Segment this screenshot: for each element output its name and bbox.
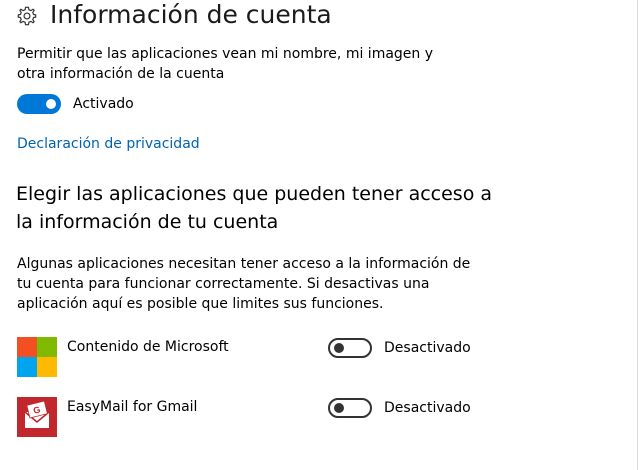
easymail-envelope-icon: G	[17, 397, 57, 437]
apps-section-description: Algunas aplicaciones necesitan tener acc…	[17, 256, 471, 312]
account-access-toggle-state: Activado	[73, 96, 134, 112]
account-access-toggle[interactable]	[17, 94, 61, 114]
app-toggle-easymail-gmail[interactable]	[328, 398, 372, 418]
window-edge	[637, 0, 638, 470]
settings-page: Información de cuenta Permitir que las a…	[0, 0, 640, 470]
microsoft-logo-icon	[17, 337, 57, 377]
app-row-microsoft-content: Contenido de Microsoft Desactivado	[17, 337, 487, 377]
app-toggle-microsoft-content[interactable]	[328, 338, 372, 358]
page-title: Información de cuenta	[50, 0, 332, 29]
privacy-statement-link[interactable]: Declaración de privacidad	[17, 134, 200, 154]
app-toggle-state: Desactivado	[384, 340, 471, 356]
gear-icon	[17, 6, 37, 26]
app-toggle-state: Desactivado	[384, 400, 471, 416]
app-name: Contenido de Microsoft	[67, 339, 229, 355]
toggle-knob	[334, 403, 344, 413]
account-access-description: Permitir que las aplicaciones vean mi no…	[17, 46, 434, 82]
app-name: EasyMail for Gmail	[67, 399, 198, 415]
apps-section-title: Elegir las aplicaciones que pueden tener…	[16, 183, 493, 233]
toggle-knob	[334, 343, 344, 353]
toggle-knob	[46, 99, 56, 109]
app-row-easymail-gmail: G EasyMail for Gmail Desactivado	[17, 397, 487, 437]
